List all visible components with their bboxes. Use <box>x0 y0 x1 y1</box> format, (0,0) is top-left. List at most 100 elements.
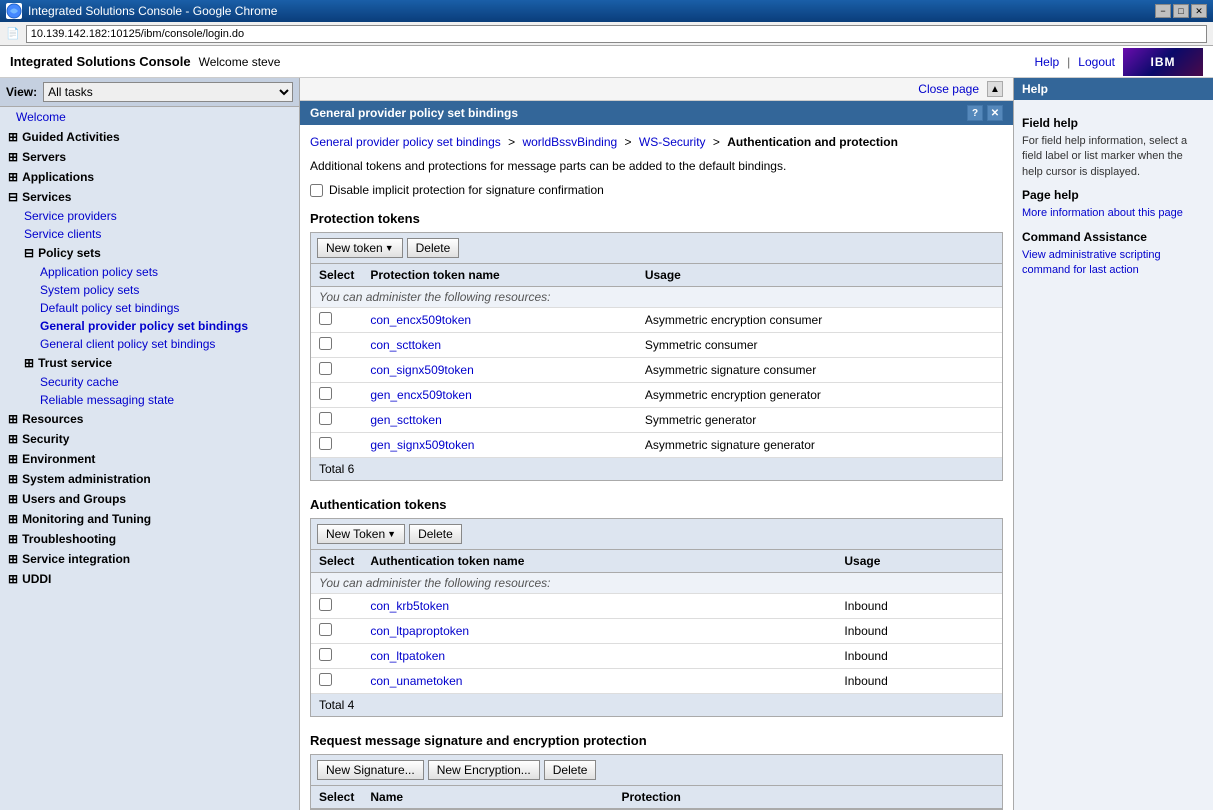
expand-icon: ⊞ <box>8 452 18 466</box>
sidebar-item-users-groups[interactable]: ⊞ Users and Groups <box>0 489 299 509</box>
address-bar: 📄 <box>0 22 1213 46</box>
sidebar-item-welcome[interactable]: Welcome <box>0 107 299 127</box>
sidebar-item-service-providers[interactable]: Service providers <box>0 207 299 225</box>
sidebar-item-servers[interactable]: ⊞ Servers <box>0 147 299 167</box>
title-bar-left: Integrated Solutions Console - Google Ch… <box>6 3 277 19</box>
protection-tokens-title: Protection tokens <box>310 211 1003 226</box>
help-link[interactable]: Help <box>1034 55 1059 69</box>
disable-checkbox[interactable] <box>310 184 323 197</box>
protection-delete-button[interactable]: Delete <box>407 238 460 258</box>
sidebar-item-policy-sets[interactable]: ⊟ Policy sets <box>0 243 299 263</box>
auth-token-link[interactable]: con_krb5token <box>370 599 449 613</box>
breadcrumb-world-bssv[interactable]: worldBssvBinding <box>522 135 617 149</box>
sidebar-item-security[interactable]: ⊞ Security <box>0 429 299 449</box>
token-link[interactable]: con_scttoken <box>370 338 441 352</box>
sidebar-item-reliable-messaging[interactable]: Reliable messaging state <box>0 391 299 409</box>
sidebar-item-app-policy-sets[interactable]: Application policy sets <box>0 263 299 281</box>
help-icon-btn[interactable]: ? <box>967 105 983 121</box>
sidebar-item-general-provider-bindings[interactable]: General provider policy set bindings <box>0 317 299 335</box>
row-checkbox[interactable] <box>319 387 332 400</box>
logout-link[interactable]: Logout <box>1078 55 1115 69</box>
token-link[interactable]: gen_encx509token <box>370 388 471 402</box>
expand-icon: ⊞ <box>8 412 18 426</box>
sidebar-item-environment[interactable]: ⊞ Environment <box>0 449 299 469</box>
address-input[interactable] <box>26 25 1207 43</box>
row-checkbox[interactable] <box>319 337 332 350</box>
expand-icon: ⊞ <box>8 130 18 144</box>
sidebar-label-service-integration: Service integration <box>22 552 130 566</box>
sidebar-item-general-client-bindings[interactable]: General client policy set bindings <box>0 335 299 353</box>
breadcrumb-ws-security[interactable]: WS-Security <box>639 135 706 149</box>
token-link[interactable]: gen_scttoken <box>370 413 441 427</box>
content-header: General provider policy set bindings ? ✕ <box>300 101 1013 125</box>
sidebar-item-service-integration[interactable]: ⊞ Service integration <box>0 549 299 569</box>
protection-tokens-toolbar: New token ▼ Delete <box>311 233 1002 264</box>
protection-tokens-table-container: New token ▼ Delete Select Protection tok… <box>310 232 1003 481</box>
req-col-protection-header: Protection <box>613 786 1002 809</box>
sidebar-view-bar: View: All tasks <box>0 78 299 107</box>
row-checkbox[interactable] <box>319 312 332 325</box>
sidebar-item-uddi[interactable]: ⊞ UDDI <box>0 569 299 589</box>
sidebar-item-system-policy-sets[interactable]: System policy sets <box>0 281 299 299</box>
protection-tokens-table: Select Protection token name Usage You c… <box>311 264 1002 480</box>
row-checkbox[interactable] <box>319 362 332 375</box>
token-link[interactable]: con_encx509token <box>370 313 471 327</box>
expand-icon: ⊞ <box>8 472 18 486</box>
auth-token-link[interactable]: con_ltpatoken <box>370 649 445 663</box>
close-icon-btn[interactable]: ✕ <box>987 105 1003 121</box>
auth-token-link[interactable]: con_ltpaproptoken <box>370 624 469 638</box>
row-checkbox[interactable] <box>319 673 332 686</box>
page-description: Additional tokens and protections for me… <box>310 159 1003 173</box>
command-link[interactable]: View administrative scripting command fo… <box>1022 248 1205 279</box>
view-select[interactable]: All tasks <box>43 82 293 102</box>
sidebar-item-services[interactable]: ⊟ Services <box>0 187 299 207</box>
request-message-title: Request message signature and encryption… <box>310 733 1003 748</box>
dropdown-arrow-icon: ▼ <box>387 529 396 539</box>
row-checkbox[interactable] <box>319 412 332 425</box>
app-header-left: Integrated Solutions Console Welcome ste… <box>10 54 280 69</box>
help-content: Field help For field help information, s… <box>1014 100 1213 290</box>
page-help-link[interactable]: More information about this page <box>1022 206 1205 221</box>
token-link[interactable]: con_signx509token <box>370 363 473 377</box>
title-bar: Integrated Solutions Console - Google Ch… <box>0 0 1213 22</box>
minimize-button[interactable]: − <box>1155 4 1171 18</box>
new-encryption-button[interactable]: New Encryption... <box>428 760 540 780</box>
token-link[interactable]: gen_signx509token <box>370 438 474 452</box>
expand-icon: ⊞ <box>8 532 18 546</box>
help-header: Help <box>1014 78 1213 100</box>
auth-total-row: Total 4 <box>311 694 1002 717</box>
sidebar: View: All tasks Welcome ⊞ Guided Activit… <box>0 78 300 810</box>
sidebar-item-troubleshooting[interactable]: ⊞ Troubleshooting <box>0 529 299 549</box>
sidebar-item-guided-activities[interactable]: ⊞ Guided Activities <box>0 127 299 147</box>
new-signature-button[interactable]: New Signature... <box>317 760 424 780</box>
table-row: con_scttoken Symmetric consumer <box>311 333 1002 358</box>
title-bar-controls: − □ ✕ <box>1155 4 1207 18</box>
restore-button[interactable]: □ <box>1173 4 1189 18</box>
sidebar-item-resources[interactable]: ⊞ Resources <box>0 409 299 429</box>
expand-icon: ⊟ <box>24 246 34 260</box>
close-page-link[interactable]: Close page <box>918 82 979 96</box>
app-header: Integrated Solutions Console Welcome ste… <box>0 46 1213 78</box>
close-window-button[interactable]: ✕ <box>1191 4 1207 18</box>
auth-resource-row: You can administer the following resourc… <box>311 573 1002 594</box>
row-checkbox[interactable] <box>319 437 332 450</box>
scroll-top-button[interactable]: ▲ <box>987 81 1003 97</box>
sidebar-item-trust-service[interactable]: ⊞ Trust service <box>0 353 299 373</box>
sidebar-item-system-admin[interactable]: ⊞ System administration <box>0 469 299 489</box>
sidebar-item-monitoring[interactable]: ⊞ Monitoring and Tuning <box>0 509 299 529</box>
sidebar-item-applications[interactable]: ⊞ Applications <box>0 167 299 187</box>
disable-checkbox-row: Disable implicit protection for signatur… <box>310 183 1003 197</box>
row-checkbox[interactable] <box>319 623 332 636</box>
request-delete-button[interactable]: Delete <box>544 760 597 780</box>
sidebar-item-default-policy-bindings[interactable]: Default policy set bindings <box>0 299 299 317</box>
new-auth-token-button[interactable]: New Token ▼ <box>317 524 405 544</box>
auth-token-link[interactable]: con_unametoken <box>370 674 462 688</box>
row-checkbox[interactable] <box>319 648 332 661</box>
new-token-button[interactable]: New token ▼ <box>317 238 403 258</box>
breadcrumb-general-provider[interactable]: General provider policy set bindings <box>310 135 501 149</box>
sidebar-item-security-cache[interactable]: Security cache <box>0 373 299 391</box>
sidebar-label-security: Security <box>22 432 69 446</box>
row-checkbox[interactable] <box>319 598 332 611</box>
sidebar-item-service-clients[interactable]: Service clients <box>0 225 299 243</box>
auth-delete-button[interactable]: Delete <box>409 524 462 544</box>
